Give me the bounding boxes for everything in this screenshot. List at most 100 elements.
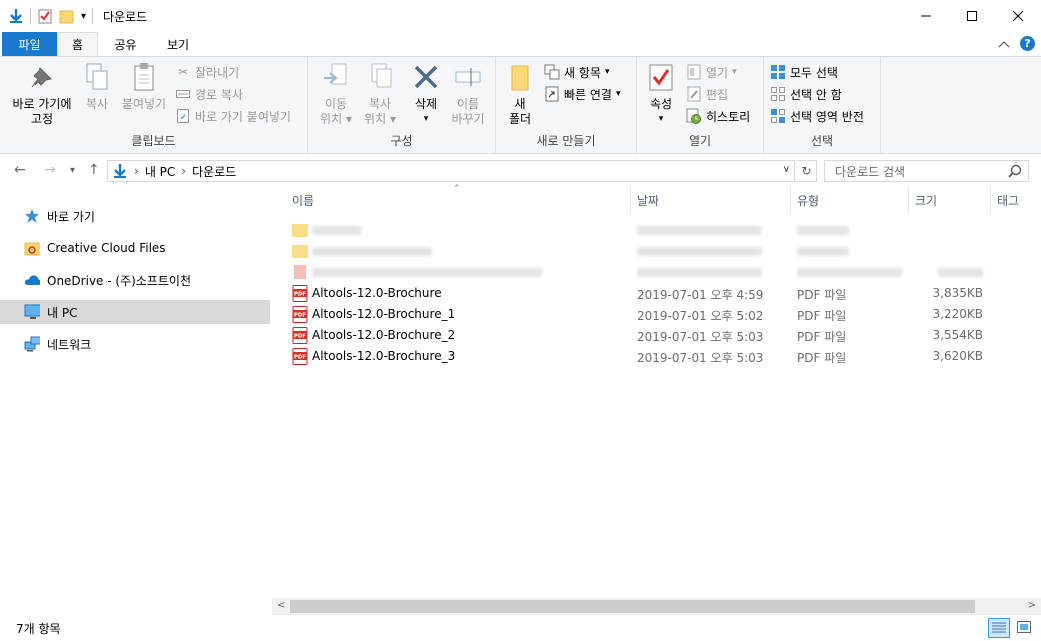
delete-dropdown-icon[interactable]: ▾: [408, 112, 444, 127]
list-item-redacted[interactable]: [290, 241, 990, 262]
delete-button[interactable]: 삭제 ▾: [408, 61, 444, 127]
up-button[interactable]: ↑: [88, 162, 100, 178]
maximize-button[interactable]: [949, 0, 995, 32]
column-header-type[interactable]: 유형: [791, 187, 909, 213]
refresh-button[interactable]: ↻: [797, 160, 817, 182]
forward-button[interactable]: →: [44, 162, 56, 178]
new-item-button[interactable]: 새 항목 ▾: [544, 62, 609, 82]
close-button[interactable]: [995, 0, 1041, 32]
file-date: 2019-07-01 오후 5:03: [637, 351, 764, 365]
scroll-right-icon[interactable]: >: [1028, 600, 1036, 611]
properties-button[interactable]: 속성 ▾: [643, 61, 679, 127]
address-bar[interactable]: › 내 PC › 다운로드 ∨: [107, 160, 795, 182]
rename-button[interactable]: 이름 바꾸기: [446, 61, 490, 127]
tab-share[interactable]: 공유: [98, 32, 153, 56]
new-group-label: 새로 만들기: [536, 134, 596, 148]
table-row[interactable]: PDF Altools-12.0-Brochure 2019-07-01 오후 …: [290, 283, 990, 304]
pin-label-2: 고정: [30, 112, 54, 126]
new-item-icon: [544, 64, 560, 80]
move-to-button[interactable]: 이동 위치 ▾: [314, 61, 358, 127]
details-view-icon: [992, 621, 1006, 636]
column-header-name[interactable]: 이름: [286, 187, 631, 213]
tab-view[interactable]: 보기: [153, 32, 203, 56]
open-group: 속성 ▾ 열기 ▾ 편집 히스토리 열기: [637, 57, 764, 153]
horizontal-scrollbar[interactable]: < >: [272, 598, 1041, 615]
file-date: 2019-07-01 오후 5:02: [637, 309, 764, 323]
status-bar: 7개 항목: [0, 615, 1041, 641]
customize-toolbar-icon[interactable]: ▾: [81, 11, 86, 22]
recent-locations-icon[interactable]: ▾: [70, 165, 75, 176]
cut-button[interactable]: ✂ 잘라내기: [175, 62, 239, 82]
new-item-label: 새 항목: [564, 65, 601, 80]
easy-access-dropdown-icon: ▾: [615, 89, 621, 99]
pin-quick-access-button[interactable]: 바로 가기에 고정: [6, 61, 78, 127]
open-button[interactable]: 열기 ▾: [686, 62, 737, 82]
breadcrumb-this-pc[interactable]: 내 PC: [145, 163, 175, 180]
easy-access-button[interactable]: 빠른 연결 ▾: [544, 84, 621, 104]
table-row[interactable]: PDF Altools-12.0-Brochure_3 2019-07-01 오…: [290, 346, 990, 367]
redacted-text: [637, 247, 762, 256]
copy-path-button[interactable]: 경로 복사: [175, 84, 243, 104]
onedrive-cloud-icon: [24, 272, 40, 288]
table-row[interactable]: PDF Altools-12.0-Brochure_2 2019-07-01 오…: [290, 325, 990, 346]
column-header-tags[interactable]: 태그: [991, 187, 1041, 213]
scrollbar-thumb[interactable]: [290, 600, 975, 613]
minimize-button[interactable]: [903, 0, 949, 32]
list-item-redacted[interactable]: [290, 220, 990, 241]
properties-dropdown-icon[interactable]: ▾: [643, 112, 679, 127]
select-none-icon: [770, 86, 786, 102]
view-toggle: [988, 618, 1035, 638]
select-all-button[interactable]: 모두 선택: [770, 62, 838, 82]
tab-file[interactable]: 파일: [2, 32, 57, 56]
back-button[interactable]: ←: [14, 162, 26, 178]
invert-selection-label: 선택 영역 반전: [790, 109, 864, 124]
sidebar-item-onedrive[interactable]: OneDrive - (주)소프트이천: [0, 268, 270, 292]
edit-button[interactable]: 편집: [686, 84, 728, 104]
sidebar-item-creative-cloud[interactable]: Creative Cloud Files: [0, 236, 270, 260]
history-button[interactable]: 히스토리: [686, 106, 750, 126]
help-icon[interactable]: ?: [1020, 36, 1035, 51]
file-type: PDF 파일: [797, 330, 847, 344]
sidebar-item-label: Creative Cloud Files: [47, 241, 166, 255]
column-header-date[interactable]: 날짜: [631, 187, 791, 213]
sidebar-item-label: OneDrive - (주)소프트이천: [47, 273, 191, 288]
paste-shortcut-icon: [175, 108, 191, 124]
large-icons-view-button[interactable]: [1013, 618, 1035, 638]
copy-to-label-2: 위치 ▾: [364, 112, 396, 126]
file-name: Altools-12.0-Brochure_2: [312, 328, 456, 342]
redacted-text: [312, 226, 362, 235]
file-date: 2019-07-01 오후 4:59: [637, 288, 764, 302]
organize-group-label: 구성: [390, 134, 413, 148]
paste-button[interactable]: 붙여넣기: [118, 61, 170, 112]
list-item-redacted[interactable]: [290, 262, 990, 283]
details-view-button[interactable]: [988, 618, 1010, 638]
table-row[interactable]: PDF Altools-12.0-Brochure_1 2019-07-01 오…: [290, 304, 990, 325]
pdf-file-icon: PDF: [292, 285, 308, 305]
rename-icon: [452, 61, 484, 93]
scroll-left-icon[interactable]: <: [277, 600, 285, 611]
breadcrumb-downloads[interactable]: 다운로드: [192, 163, 236, 180]
tab-home[interactable]: 홈: [57, 32, 98, 56]
sidebar-item-network[interactable]: 네트워크: [0, 332, 270, 356]
column-header-size[interactable]: 크기: [909, 187, 991, 213]
collapse-ribbon-icon[interactable]: [998, 37, 1010, 51]
breadcrumb-separator-icon: ›: [134, 164, 139, 178]
clipboard-group-label: 클립보드: [131, 134, 176, 148]
properties-check-icon[interactable]: [37, 8, 53, 24]
new-folder-button[interactable]: 새 폴더: [502, 61, 538, 127]
sidebar-item-quick-access[interactable]: 바로 가기: [0, 204, 270, 228]
select-none-button[interactable]: 선택 안 함: [770, 84, 842, 104]
address-dropdown-icon[interactable]: ∨: [783, 164, 790, 175]
copy-button[interactable]: 복사: [78, 61, 116, 112]
svg-text:PDF: PDF: [294, 292, 307, 298]
star-icon: [24, 208, 40, 224]
easy-access-label: 빠른 연결: [564, 87, 612, 102]
sidebar-item-this-pc[interactable]: 내 PC: [0, 300, 270, 324]
paste-shortcut-button[interactable]: 바로 가기 붙여넣기: [175, 106, 291, 126]
new-folder-icon[interactable]: [59, 8, 75, 24]
copy-to-button[interactable]: 복사 위치 ▾: [358, 61, 402, 127]
invert-selection-button[interactable]: 선택 영역 반전: [770, 106, 864, 126]
search-input[interactable]: 다운로드 검색: [824, 160, 1029, 182]
navigation-bar: ← → ▾ ↑ › 내 PC › 다운로드 ∨ ↻ 다운로드 검색: [0, 155, 1041, 187]
download-arrow-icon: [8, 8, 24, 24]
